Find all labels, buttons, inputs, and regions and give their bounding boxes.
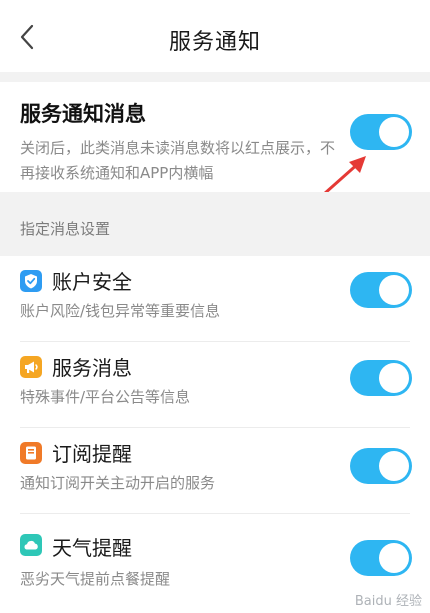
- setting-description: 恶劣天气提前点餐提醒: [20, 570, 171, 588]
- watermark-logo: Baidu 经验: [354, 594, 422, 609]
- account-security-toggle[interactable]: [350, 272, 412, 308]
- bookmark-icon: [20, 442, 42, 464]
- toggle-knob: [379, 363, 409, 393]
- setting-title: 服务消息: [52, 356, 132, 380]
- top-bar: 服务通知: [0, 0, 430, 72]
- toggle-knob: [379, 275, 409, 305]
- service-message-toggle[interactable]: [350, 360, 412, 396]
- setting-row-account-security: 账户安全 账户风险/钱包异常等重要信息: [0, 256, 430, 342]
- subscription-reminder-toggle[interactable]: [350, 448, 412, 484]
- setting-row-service-message: 服务消息 特殊事件/平台公告等信息: [0, 342, 430, 428]
- main-setting-title: 服务通知消息: [20, 102, 146, 126]
- setting-row-subscription-reminder: 订阅提醒 通知订阅开关主动开启的服务: [0, 428, 430, 514]
- setting-title: 账户安全: [52, 270, 132, 294]
- section-header: 指定消息设置: [0, 192, 430, 256]
- setting-title: 订阅提醒: [52, 442, 132, 466]
- main-setting-description: 关闭后，此类消息未读消息数将以红点展示，不再接收系统通知和APP内横幅: [20, 139, 336, 182]
- main-notification-toggle[interactable]: [350, 114, 412, 150]
- page-title: 服务通知: [168, 30, 261, 55]
- setting-description: 通知订阅开关主动开启的服务: [20, 474, 216, 492]
- main-setting-row: 服务通知消息 关闭后，此类消息未读消息数将以红点展示，不再接收系统通知和APP内…: [0, 82, 430, 192]
- toggle-knob: [379, 117, 409, 147]
- section-label: 指定消息设置: [20, 220, 111, 238]
- toggle-knob: [379, 543, 409, 573]
- cloud-icon: [20, 534, 42, 556]
- setting-title: 天气提醒: [52, 536, 132, 560]
- setting-description: 特殊事件/平台公告等信息: [20, 388, 191, 406]
- weather-reminder-toggle[interactable]: [350, 540, 412, 576]
- section-divider: [0, 72, 430, 82]
- megaphone-icon: [20, 356, 42, 378]
- setting-description: 账户风险/钱包异常等重要信息: [20, 302, 221, 320]
- shield-icon: [20, 270, 42, 292]
- toggle-knob: [379, 451, 409, 481]
